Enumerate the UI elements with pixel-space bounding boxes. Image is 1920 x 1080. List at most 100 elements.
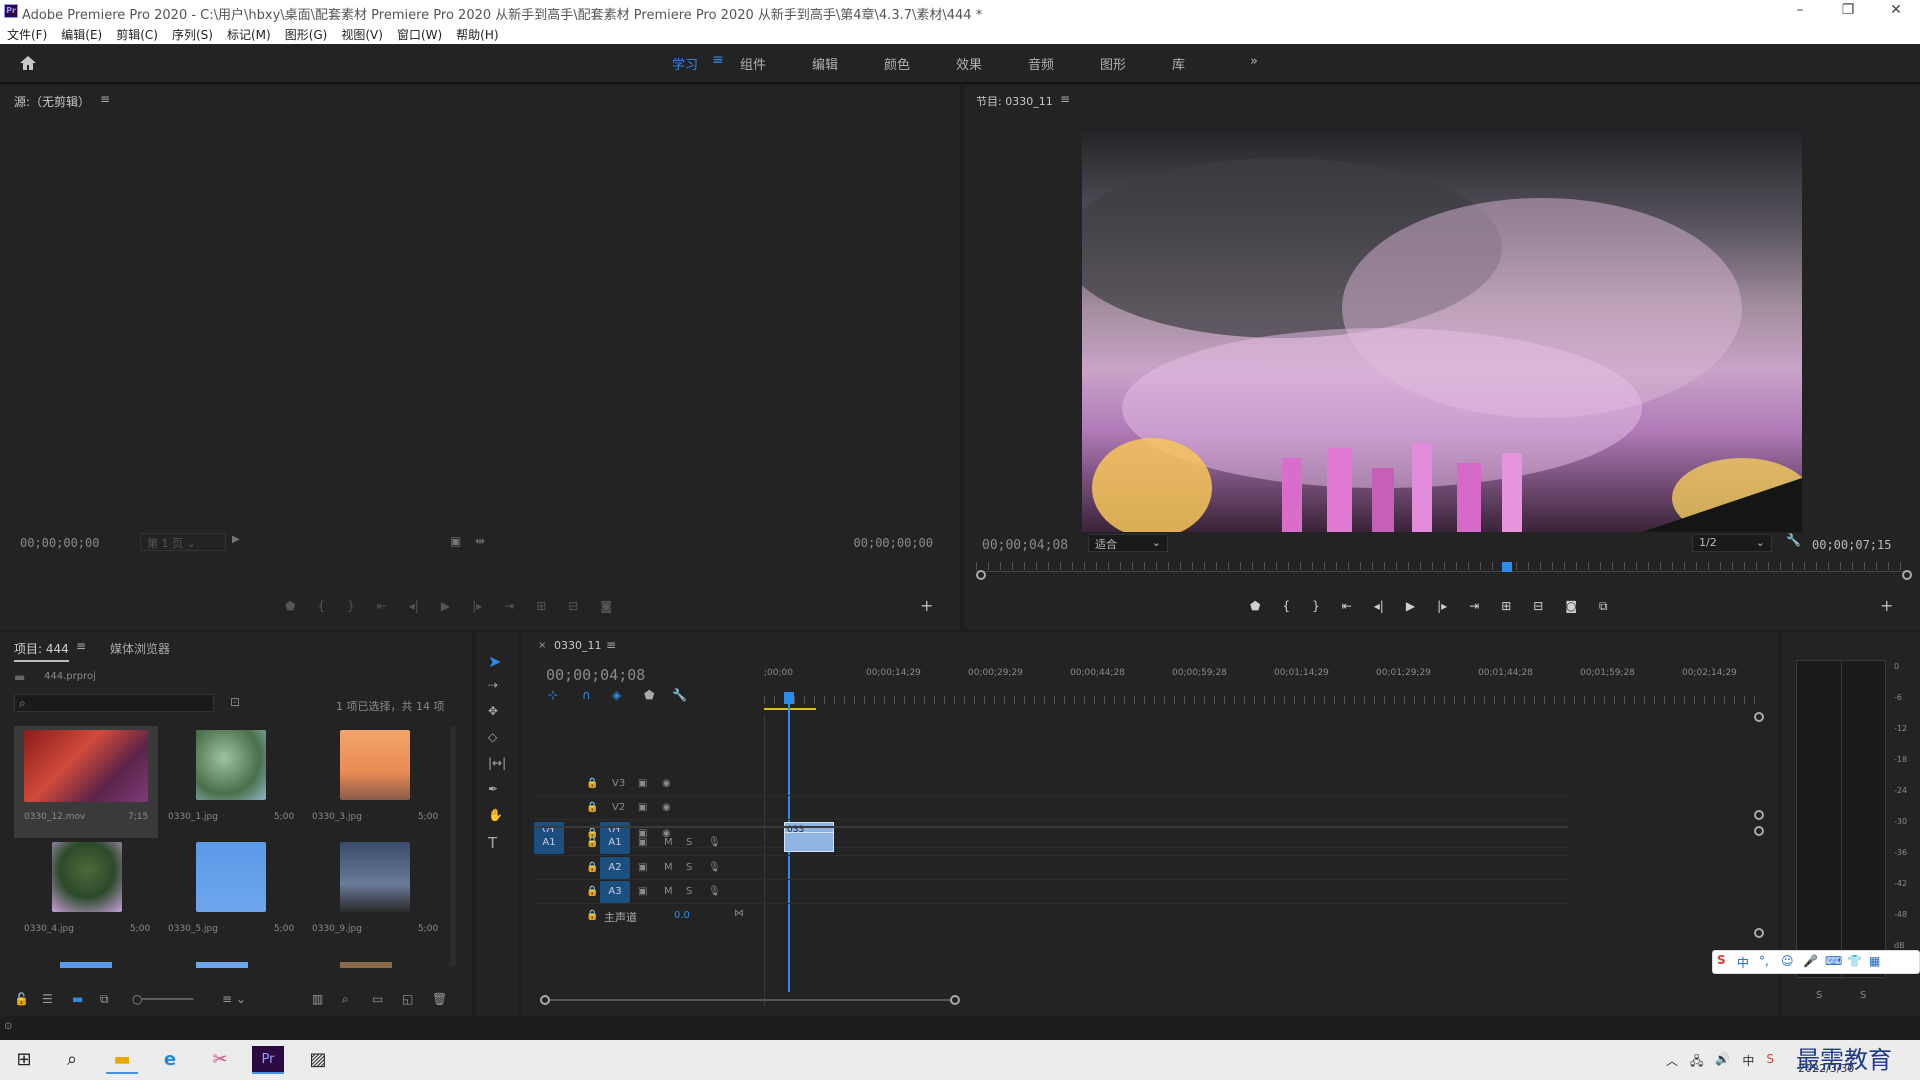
nest-icon[interactable]: ⊹ (548, 688, 558, 702)
icon-view-icon[interactable]: ▬ (72, 992, 83, 1006)
menu-item[interactable]: 图形(G) (278, 24, 335, 44)
solo-right[interactable]: S (1860, 990, 1866, 1001)
tab-workspace[interactable]: 组件 (740, 54, 766, 73)
windows-start-icon[interactable]: ⊞ (8, 1046, 40, 1074)
lock-icon[interactable]: 🔒 (586, 802, 598, 813)
list-item[interactable]: 0330_5.jpg 5;00 (158, 838, 302, 950)
menu-item[interactable]: 编辑(E) (54, 24, 109, 44)
solo-button[interactable]: S (686, 837, 692, 848)
track-v3[interactable]: 🔒 V3 ▣ ◉ (534, 772, 1568, 796)
keyboard-icon[interactable]: ⌨ (1825, 954, 1842, 968)
emoji-icon[interactable]: ☺ (1781, 954, 1794, 968)
lock-icon[interactable]: 🔒 (586, 862, 598, 873)
mute-button[interactable]: M (664, 886, 673, 897)
audio-clip[interactable] (784, 832, 834, 852)
step-forward-icon[interactable]: |▸ (1437, 599, 1447, 614)
mute-button[interactable]: M (664, 862, 673, 873)
search-input[interactable]: ⌕ (14, 694, 214, 712)
track-target-a3[interactable]: A3 (600, 881, 630, 903)
list-item[interactable]: 0330_9.jpg 5;00 (302, 838, 446, 950)
film-icon[interactable]: ▣ (638, 778, 647, 789)
track-v2[interactable]: 🔒 V2 ▣ ◉ (534, 796, 1568, 820)
ripple-edit-icon[interactable]: ✥ (488, 704, 498, 718)
zoom-handle-left[interactable] (976, 570, 986, 580)
program-timecode[interactable]: 00;00;04;08 (982, 538, 1068, 553)
film-icon[interactable]: ▣ (638, 886, 647, 897)
find-icon[interactable]: ⌕ (342, 992, 349, 1007)
snap-icon[interactable]: ∩ (582, 688, 591, 702)
close-icon[interactable]: ✕ (1876, 2, 1916, 22)
add-button-icon[interactable]: + (1880, 596, 1893, 615)
menu-item[interactable]: 视图(V) (334, 24, 390, 44)
tray-up-icon[interactable]: ︿ (1666, 1052, 1678, 1073)
new-bin-icon[interactable]: ⊡ (230, 695, 240, 709)
menu-item[interactable]: 窗口(W) (390, 24, 449, 44)
add-marker-icon[interactable]: ⬟ (644, 688, 654, 702)
play-icon[interactable]: ▶ (441, 599, 450, 613)
eye-icon[interactable]: ◉ (662, 778, 671, 789)
new-item-icon[interactable]: ◱ (402, 992, 413, 1006)
extract-icon[interactable]: ⊟ (1533, 599, 1543, 614)
maximize-icon[interactable]: ❐ (1828, 2, 1868, 22)
ime-toolbar[interactable]: S 中 °, ☺ 🎤 ⌨ 👕 ▦ (1712, 950, 1920, 974)
slip-icon[interactable]: |↔| (488, 756, 506, 770)
list-item[interactable]: 0330_4.jpg 5;00 (14, 838, 158, 950)
menu-item[interactable]: 帮助(H) (449, 24, 505, 44)
menu-item[interactable]: 序列(S) (165, 24, 220, 44)
solo-button[interactable]: S (686, 886, 692, 897)
type-tool-icon[interactable]: T (488, 834, 497, 852)
play-arrow-icon[interactable]: ▶ (232, 534, 240, 545)
lock-icon[interactable]: 🔒 (586, 910, 598, 921)
film-icon[interactable]: ▣ (638, 837, 647, 848)
mic-icon[interactable]: 🎙 (708, 837, 721, 848)
file-explorer-icon[interactable]: ▬ (106, 1046, 138, 1074)
edge-browser-icon[interactable]: e (154, 1046, 186, 1074)
minimize-icon[interactable]: – (1780, 2, 1820, 22)
track-a1[interactable]: A1 🔒 A1 ▣ M S 🎙 (534, 830, 1568, 856)
go-out-icon[interactable]: ⇥ (1469, 599, 1479, 614)
snip-tool-icon[interactable]: ✂ (204, 1046, 236, 1074)
tab-workspace[interactable]: 编辑 (812, 54, 838, 73)
quality-select[interactable]: 1/2 ⌄ (1692, 534, 1772, 552)
program-scrubber[interactable] (976, 562, 1912, 582)
list-item[interactable]: 0330_1.jpg 5;00 (158, 726, 302, 838)
tab-workspace[interactable]: 效果 (956, 54, 982, 73)
camera-icon[interactable]: ◙ (1565, 599, 1577, 614)
zoom-slider[interactable]: ○─────── (132, 992, 193, 1006)
ime-icon[interactable]: 中 (1742, 1052, 1754, 1073)
add-button-icon[interactable]: + (920, 596, 933, 615)
track-target-a2[interactable]: A2 (600, 857, 630, 879)
mic-icon[interactable]: 🎙 (708, 886, 721, 897)
premiere-taskbar-icon[interactable]: Pr (252, 1046, 284, 1074)
lock-icon[interactable]: 🔒 (586, 886, 598, 897)
film-icon[interactable]: ▣ (638, 862, 647, 873)
new-bin-icon[interactable]: ▭ (372, 992, 383, 1006)
film-icon[interactable]: ▣ (638, 802, 647, 813)
sort-icon[interactable]: ≡ ⌄ (222, 992, 246, 1006)
mute-button[interactable]: M (664, 837, 673, 848)
zoom-handle-right[interactable] (1902, 570, 1912, 580)
step-forward-icon[interactable]: |▸ (472, 599, 482, 613)
compare-view-icon[interactable]: ⧉ (1599, 599, 1608, 614)
wrench-icon[interactable]: 🔧 (1786, 533, 1801, 547)
tab-workspace[interactable]: 学习 (672, 54, 698, 73)
trash-icon[interactable]: 🗑 (432, 992, 447, 1006)
tab-workspace[interactable]: 音频 (1028, 54, 1054, 73)
lock-icon[interactable]: 🔒 (586, 837, 598, 848)
go-in-icon[interactable]: ⇤ (377, 599, 387, 613)
lock-icon[interactable]: 🔓 (14, 992, 29, 1006)
list-item[interactable]: 0330_12.mov 7;15 (14, 726, 158, 838)
pen-icon[interactable]: ✒ (488, 782, 498, 796)
menu-item[interactable]: 文件(F) (0, 24, 54, 44)
source-patch-a1[interactable]: A1 (534, 832, 564, 854)
track-target-a1[interactable]: A1 (600, 832, 630, 854)
photos-icon[interactable]: ▨ (302, 1046, 334, 1074)
source-page-select[interactable]: 第 1 页 ⌄ (140, 533, 226, 551)
solo-button[interactable]: S (686, 862, 692, 873)
panel-menu-icon[interactable]: ≡ (100, 92, 110, 106)
panel-menu-icon[interactable]: ≡ (76, 639, 86, 653)
freeform-view-icon[interactable]: ⧉ (100, 992, 109, 1007)
lock-icon[interactable]: 🔒 (586, 778, 598, 789)
razor-icon[interactable]: ◇ (488, 730, 497, 744)
automate-icon[interactable]: ▥ (312, 992, 323, 1006)
